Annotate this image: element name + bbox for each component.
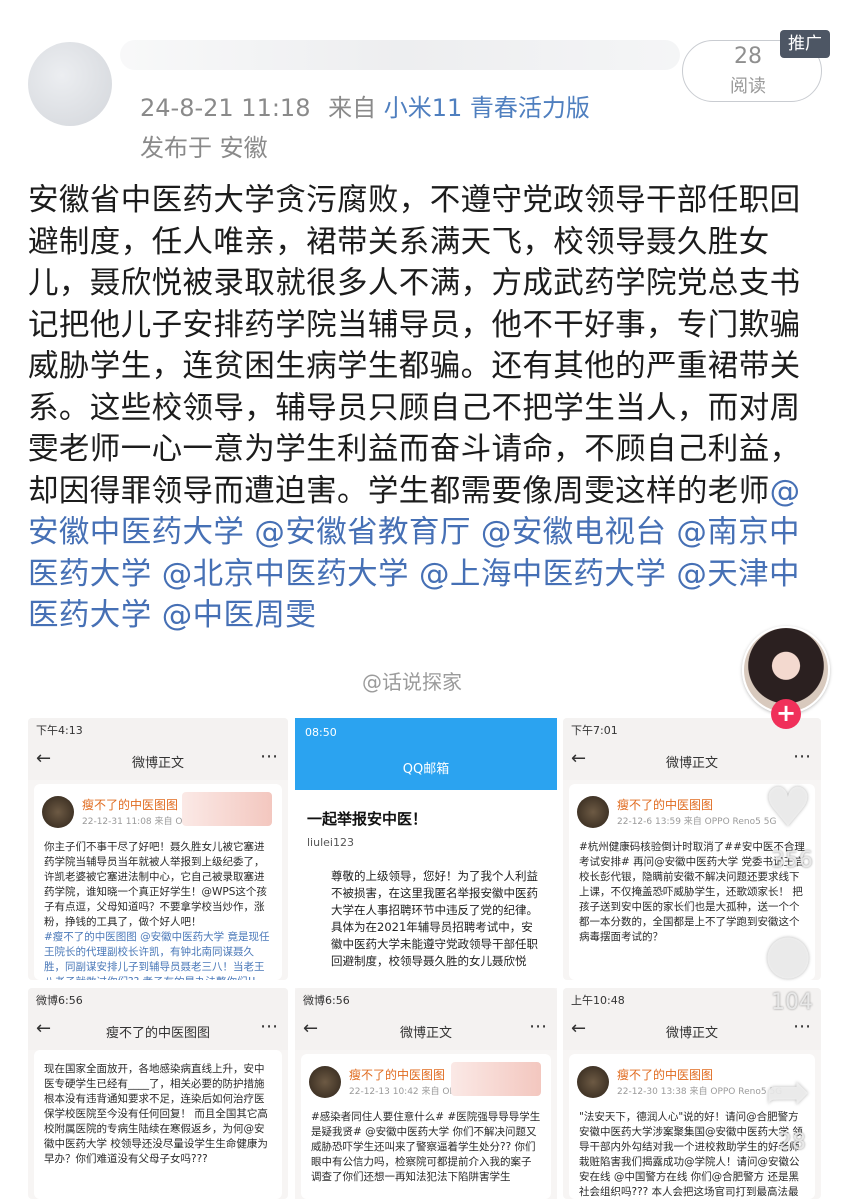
username[interactable]: 瘦不了的中医图图 xyxy=(82,796,178,813)
device-name[interactable]: 小米11 青春活力版 xyxy=(384,94,590,122)
read-count: 28 xyxy=(734,44,762,69)
watermark: @话说探家 xyxy=(362,670,462,694)
heart-icon[interactable]: ♥ xyxy=(756,776,820,840)
follow-plus-icon[interactable]: + xyxy=(771,699,801,729)
post-body: 安徽省中医药大学贪污腐败，不遵守党政领导干部任职回避制度，任人唯亲，裙带关系满天… xyxy=(28,180,828,637)
mail-body: 尊敬的上级领导，您好！为了我个人利益不被损害，在这里我匿名举报安徽中医药大学在人… xyxy=(331,869,538,968)
nav-bar: ← 微博正文 ⋯ xyxy=(28,740,288,780)
more-icon[interactable]: ⋯ xyxy=(260,1016,278,1037)
status-bar: 微博6:56 xyxy=(28,988,288,1010)
username-blurred[interactable] xyxy=(120,40,680,70)
screenshot-2[interactable]: 08:50 QQ邮箱 一起举报安中医！ liulei123 尊敬的上级领导，您好… xyxy=(295,718,557,980)
share-count: 28 xyxy=(778,1130,806,1155)
avatar[interactable] xyxy=(42,796,74,828)
mention-link[interactable]: @安徽电视台 xyxy=(481,515,666,550)
status-bar: 下午4:13 xyxy=(28,718,288,740)
read-label: 阅读 xyxy=(730,76,766,97)
mail-sender[interactable]: liulei123 xyxy=(307,836,354,849)
post-text: 现在国家全面放开，各地感染病直线上升，安中医专硬学生已经有____了，相关必要的… xyxy=(44,1063,268,1165)
comment-icon[interactable]: ● xyxy=(756,922,820,986)
decoration-banner xyxy=(182,792,272,826)
like-count: 356 xyxy=(771,848,813,873)
post-card: 瘦不了的中医图图 22-12-13 10:42 来自 OPPO Reno5 5G… xyxy=(301,1054,551,1199)
nav-bar: ← 微博正文 ⋯ xyxy=(295,1010,557,1050)
nav-bar: ← 瘦不了的中医图图 ⋯ xyxy=(28,1010,288,1050)
avatar[interactable] xyxy=(577,796,609,828)
post-datetime: 24-8-21 11:18 xyxy=(140,94,311,122)
post-location: 发布于 安徽 xyxy=(140,134,268,162)
nav-bar: ← 微博正文 ⋯ xyxy=(563,1010,821,1050)
nav-title: 微博正文 xyxy=(131,756,184,771)
share-icon[interactable]: ➦ xyxy=(756,1060,820,1124)
username[interactable]: 瘦不了的中医图图 xyxy=(617,1066,713,1083)
screenshot-1[interactable]: 下午4:13 ← 微博正文 ⋯ 瘦不了的中医图图 22-12-31 11:08 … xyxy=(28,718,288,980)
mail-subject: 一起举报安中医！ xyxy=(307,810,428,828)
screenshot-5[interactable]: 微博6:56 ← 微博正文 ⋯ 瘦不了的中医图图 22-12-13 10:42 … xyxy=(295,988,557,1199)
ad-tag: 推广 xyxy=(780,30,830,58)
post-card: 瘦不了的中医图图 22-12-31 11:08 来自 OPPO Reno5 5G… xyxy=(34,784,282,980)
screenshot-4[interactable]: 微博6:56 ← 瘦不了的中医图图 ⋯ 现在国家全面放开，各地感染病直线上升，安… xyxy=(28,988,288,1199)
mention-link[interactable]: @上海中医药大学 xyxy=(419,557,666,592)
mail-app-title: QQ邮箱 xyxy=(402,762,450,777)
post-text-main: 你主子们不事干尽了好吧！聂久胜女儿被它塞进药学院当辅导员当年就被人举报到上级纪委… xyxy=(44,841,267,928)
screenshot-5-inner: 微博6:56 ← 微博正文 ⋯ 瘦不了的中医图图 22-12-13 10:42 … xyxy=(295,988,557,1199)
username[interactable]: 瘦不了的中医图图 xyxy=(617,796,713,813)
status-bar: 08:50 xyxy=(305,726,337,739)
username[interactable]: 瘦不了的中医图图 xyxy=(349,1066,445,1083)
more-icon[interactable]: ⋯ xyxy=(793,746,811,767)
nav-title: 微博正文 xyxy=(665,756,718,771)
avatar[interactable] xyxy=(577,1066,609,1098)
mention-link[interactable]: @安徽省教育厅 xyxy=(254,515,470,550)
post-card: 现在国家全面放开，各地感染病直线上升，安中医专硬学生已经有____了，相关必要的… xyxy=(34,1050,282,1199)
post-text: #感染者同住人要住意什么# #医院强导导导学生是疑我贤# @安徽中医药大学 你们… xyxy=(311,1111,541,1183)
more-icon[interactable]: ⋯ xyxy=(529,1016,547,1037)
post-body-text: 安徽省中医药大学贪污腐败，不遵守党政领导干部任职回避制度，任人唯亲，裙带关系满天… xyxy=(28,183,801,509)
post-meta: 24-8-21 11:18 来自 小米11 青春活力版 xyxy=(140,88,590,123)
more-icon[interactable]: ⋯ xyxy=(793,1016,811,1037)
decoration-banner xyxy=(451,1062,541,1096)
nav-title: 瘦不了的中医图图 xyxy=(105,1026,210,1041)
post-text: 你主子们不事干尽了好吧！聂久胜女儿被它塞进药学院当辅导员当年就被人举报到上级纪委… xyxy=(44,840,272,980)
nav-title: 微博正文 xyxy=(399,1026,452,1041)
user-avatar-blurred[interactable] xyxy=(28,42,112,126)
nav-title: 微博正文 xyxy=(665,1026,718,1041)
status-bar: 微博6:56 xyxy=(295,988,557,1010)
mention-link[interactable]: @中医周雯 xyxy=(162,598,317,633)
comment-count: 104 xyxy=(771,990,813,1015)
nav-bar: ← 微博正文 ⋯ xyxy=(563,740,821,780)
mention-link[interactable]: @北京中医药大学 xyxy=(162,557,409,592)
source-prefix: 来自 xyxy=(328,94,377,122)
post-tags[interactable]: #瘦不了的中医图图 @安徽中医药大学 竟是现任王院长的代理副校长许凯，有钟北南同… xyxy=(44,931,269,980)
more-icon[interactable]: ⋯ xyxy=(260,746,278,767)
avatar[interactable] xyxy=(309,1066,341,1098)
post-meta: 22-12-6 13:59 来自 OPPO Reno5 5G xyxy=(617,817,777,827)
